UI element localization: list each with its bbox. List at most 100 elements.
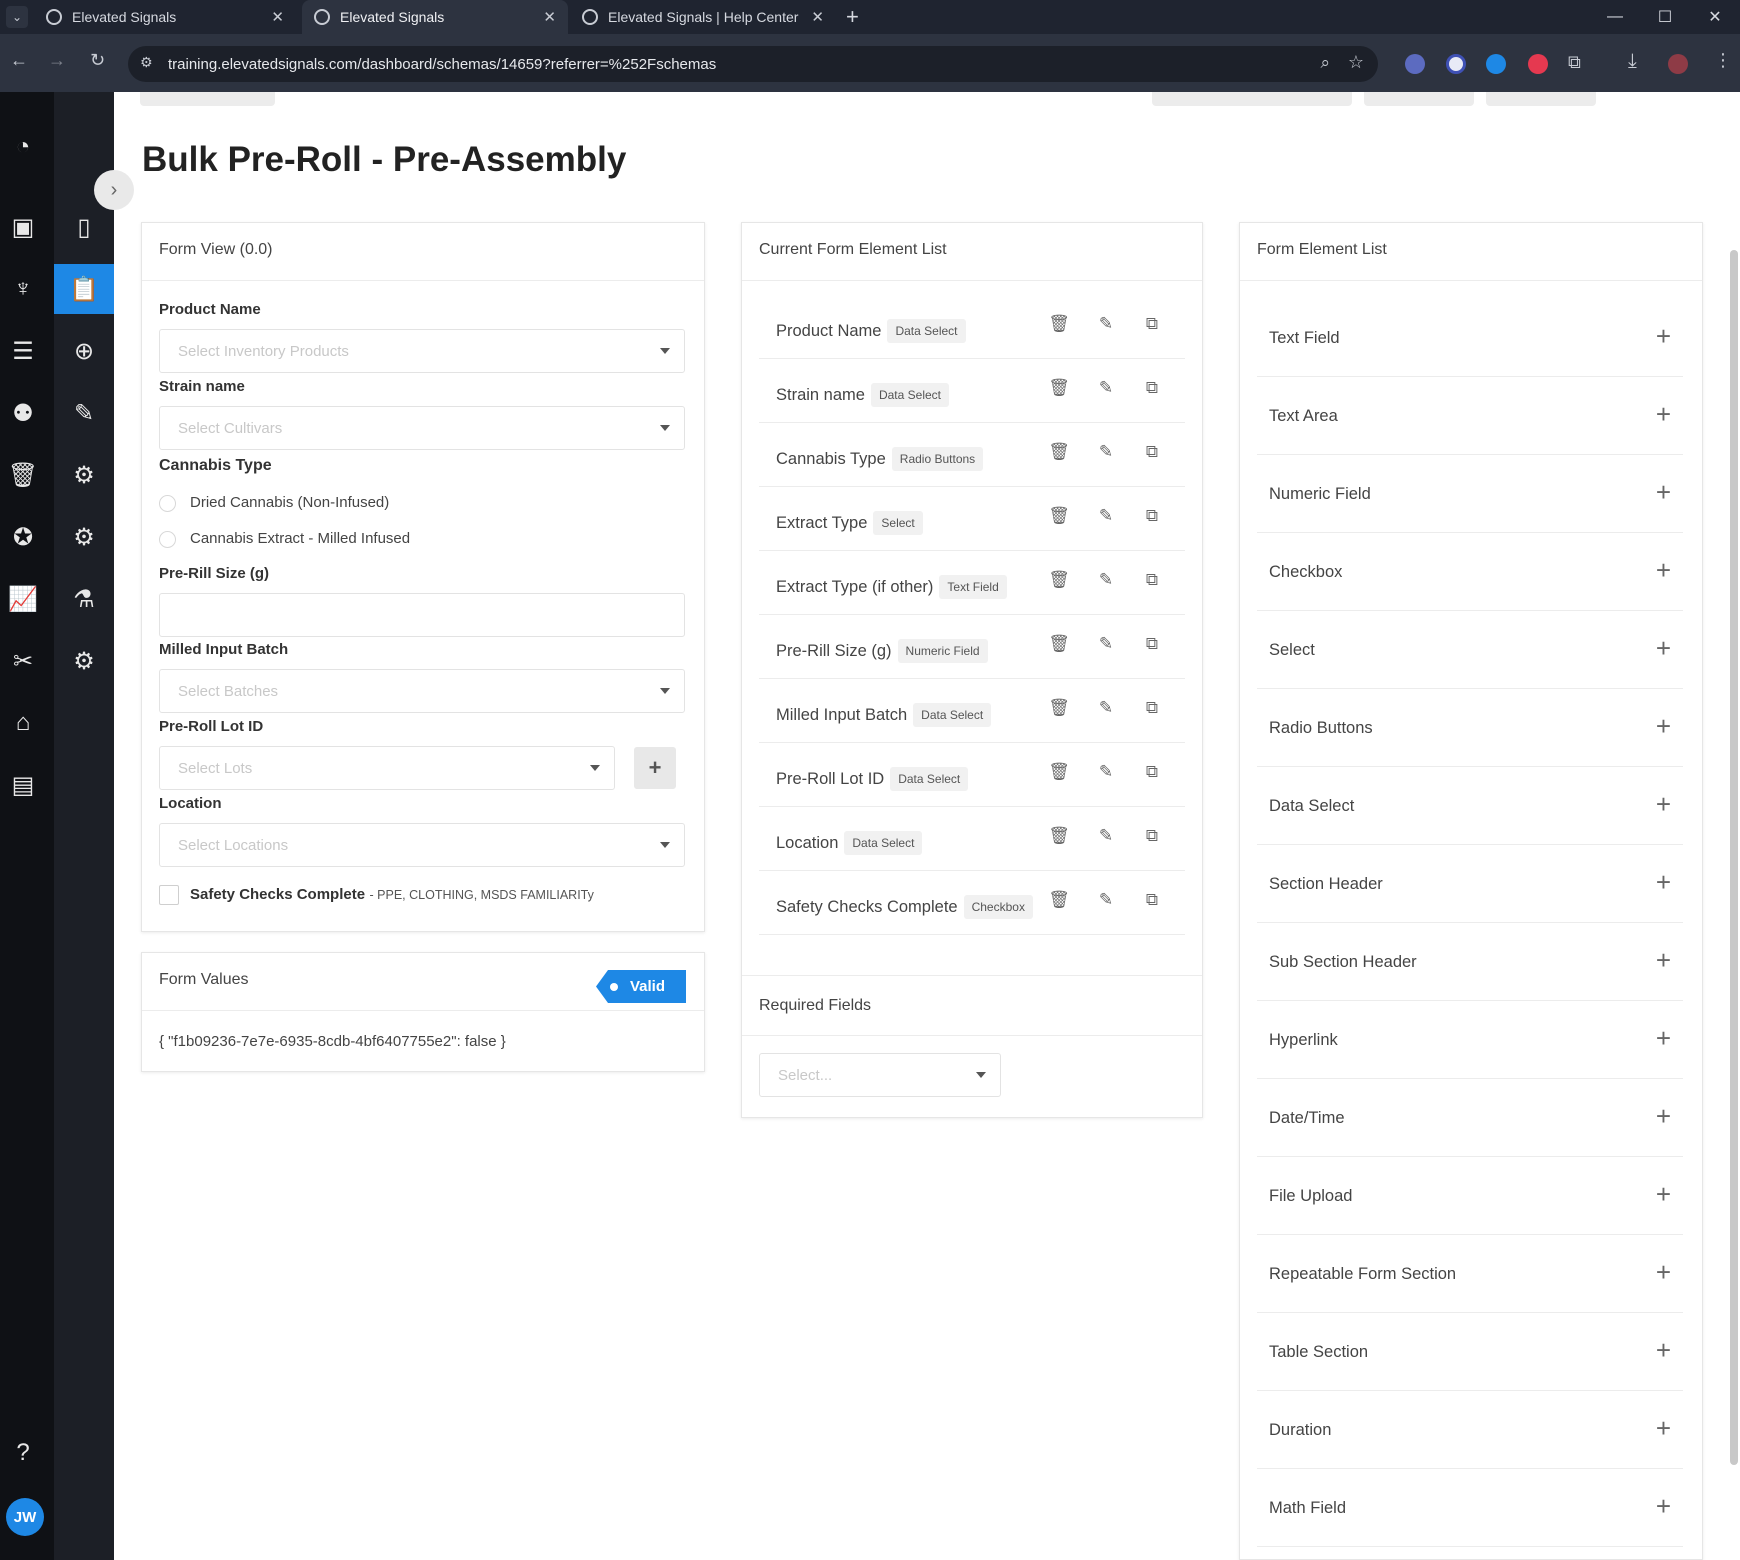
reload-icon[interactable]: ↻ <box>90 50 105 71</box>
window-close-icon[interactable]: ✕ <box>1692 0 1738 34</box>
edit-icon[interactable]: ✎ <box>1096 377 1116 399</box>
plant-sprout-icon[interactable]: ♆ <box>8 274 38 304</box>
cannabis-type-radio[interactable] <box>159 495 176 512</box>
add-element-plus-icon[interactable]: + <box>1656 1023 1671 1054</box>
extension-icon[interactable] <box>1405 54 1425 74</box>
warehouse-icon[interactable]: ▤ <box>8 770 38 800</box>
delete-icon[interactable]: 🗑 <box>1048 889 1070 911</box>
edit-icon[interactable]: ✎ <box>69 398 99 428</box>
trash-icon[interactable]: 🗑 <box>8 460 38 490</box>
duplicate-icon[interactable]: ⧉ <box>1142 825 1162 847</box>
page-scrollbar[interactable] <box>1730 250 1738 1465</box>
edit-icon[interactable]: ✎ <box>1096 441 1116 463</box>
strain-name-select[interactable]: Select Cultivars <box>159 406 685 450</box>
crosshair-icon[interactable]: ⊕ <box>69 336 99 366</box>
profile-avatar-icon[interactable] <box>1668 54 1688 74</box>
site-settings-icon[interactable]: ⚙ <box>140 54 153 71</box>
browser-tab[interactable]: Elevated Signals ✕ <box>34 0 296 34</box>
add-lot-button[interactable]: + <box>634 747 676 789</box>
bookmark-star-icon[interactable]: ☆ <box>1348 52 1364 73</box>
download-icon[interactable]: ⤓ <box>1628 50 1637 73</box>
location-select[interactable]: Select Locations <box>159 823 685 867</box>
edit-icon[interactable]: ✎ <box>1096 505 1116 527</box>
close-icon[interactable]: ✕ <box>811 8 824 26</box>
edit-icon[interactable]: ✎ <box>1096 697 1116 719</box>
delete-icon[interactable]: 🗑 <box>1048 313 1070 335</box>
settings-gear-icon[interactable]: ⚙ <box>69 522 99 552</box>
element-type-row[interactable]: Repeatable Form Section + <box>1257 1235 1683 1313</box>
element-type-row[interactable]: Radio Buttons + <box>1257 689 1683 767</box>
duplicate-icon[interactable]: ⧉ <box>1142 697 1162 719</box>
edit-icon[interactable]: ✎ <box>1096 889 1116 911</box>
task-list-icon[interactable]: ☰ <box>8 336 38 366</box>
duplicate-icon[interactable]: ⧉ <box>1142 889 1162 911</box>
add-element-plus-icon[interactable]: + <box>1656 711 1671 742</box>
password-manager-icon[interactable] <box>1446 54 1466 74</box>
elevated-signals-logo-icon[interactable]: ◔ <box>8 132 38 162</box>
element-type-row[interactable]: Duration + <box>1257 1391 1683 1469</box>
delete-icon[interactable]: 🗑 <box>1048 697 1070 719</box>
dashboard-icon[interactable]: ▣ <box>8 212 38 242</box>
add-element-plus-icon[interactable]: + <box>1656 321 1671 352</box>
help-icon[interactable]: ? <box>8 1438 38 1468</box>
toolbar-button-partial[interactable] <box>140 92 275 106</box>
element-type-row[interactable]: Hyperlink + <box>1257 1001 1683 1079</box>
element-type-row[interactable]: Numeric Field + <box>1257 455 1683 533</box>
add-element-plus-icon[interactable]: + <box>1656 477 1671 508</box>
element-type-row[interactable]: Data Select + <box>1257 767 1683 845</box>
minimize-icon[interactable]: — <box>1592 0 1638 34</box>
edit-icon[interactable]: ✎ <box>1096 569 1116 591</box>
edit-icon[interactable]: ✎ <box>1096 313 1116 335</box>
add-element-plus-icon[interactable]: + <box>1656 945 1671 976</box>
duplicate-icon[interactable]: ⧉ <box>1142 569 1162 591</box>
toolbar-button-partial[interactable] <box>1486 92 1596 106</box>
add-element-plus-icon[interactable]: + <box>1656 1179 1671 1210</box>
user-avatar[interactable]: JW <box>6 1498 44 1536</box>
extensions-puzzle-icon[interactable]: ⧉ <box>1568 52 1581 73</box>
settings-gear-icon[interactable]: ⚙ <box>69 460 99 490</box>
product-name-select[interactable]: Select Inventory Products <box>159 329 685 373</box>
toolbar-button-partial[interactable] <box>1364 92 1474 106</box>
add-element-plus-icon[interactable]: + <box>1656 1413 1671 1444</box>
element-type-row[interactable]: Text Area + <box>1257 377 1683 455</box>
safety-checks-checkbox[interactable] <box>159 885 179 905</box>
settings-gear-icon[interactable]: ⚙ <box>69 646 99 676</box>
back-arrow-icon[interactable]: ← <box>10 50 28 71</box>
zoom-icon[interactable]: ⌕ <box>1320 53 1330 73</box>
document-icon[interactable]: ▯ <box>69 212 99 242</box>
delete-icon[interactable]: 🗑 <box>1048 761 1070 783</box>
duplicate-icon[interactable]: ⧉ <box>1142 761 1162 783</box>
add-element-plus-icon[interactable]: + <box>1656 1491 1671 1522</box>
sidebar-expand-chevron-icon[interactable]: › <box>94 170 134 210</box>
element-type-row[interactable]: Select + <box>1257 611 1683 689</box>
duplicate-icon[interactable]: ⧉ <box>1142 633 1162 655</box>
edit-icon[interactable]: ✎ <box>1096 825 1116 847</box>
new-tab-plus-icon[interactable]: + <box>846 4 859 30</box>
extension-icon[interactable] <box>1528 54 1548 74</box>
element-type-row[interactable]: File Upload + <box>1257 1157 1683 1235</box>
delete-icon[interactable]: 🗑 <box>1048 825 1070 847</box>
element-type-row[interactable]: Sub Section Header + <box>1257 923 1683 1001</box>
award-icon[interactable]: ✪ <box>8 522 38 552</box>
pre-roll-lot-id-select[interactable]: Select Lots <box>159 746 615 790</box>
edit-icon[interactable]: ✎ <box>1096 761 1116 783</box>
add-element-plus-icon[interactable]: + <box>1656 1257 1671 1288</box>
extension-icon[interactable] <box>1486 54 1506 74</box>
maximize-icon[interactable]: ☐ <box>1642 0 1688 34</box>
toolbar-button-partial[interactable] <box>1152 92 1352 106</box>
tag-icon[interactable]: ⌂ <box>8 708 38 738</box>
add-element-plus-icon[interactable]: + <box>1656 1101 1671 1132</box>
duplicate-icon[interactable]: ⧉ <box>1142 441 1162 463</box>
chart-icon[interactable]: 📈 <box>8 584 38 614</box>
pre-rill-size-input[interactable] <box>159 593 685 637</box>
element-type-row[interactable]: Text Field + <box>1257 299 1683 377</box>
element-type-row[interactable]: Checkbox + <box>1257 533 1683 611</box>
add-element-plus-icon[interactable]: + <box>1656 555 1671 586</box>
tab-list-dropdown[interactable]: ⌄ <box>6 6 28 28</box>
duplicate-icon[interactable]: ⧉ <box>1142 505 1162 527</box>
clipboard-icon[interactable]: 📋 <box>54 264 114 314</box>
delete-icon[interactable]: 🗑 <box>1048 633 1070 655</box>
delete-icon[interactable]: 🗑 <box>1048 377 1070 399</box>
browser-menu-icon[interactable]: ⋮ <box>1714 50 1732 71</box>
element-type-row[interactable]: Math Field + <box>1257 1469 1683 1547</box>
